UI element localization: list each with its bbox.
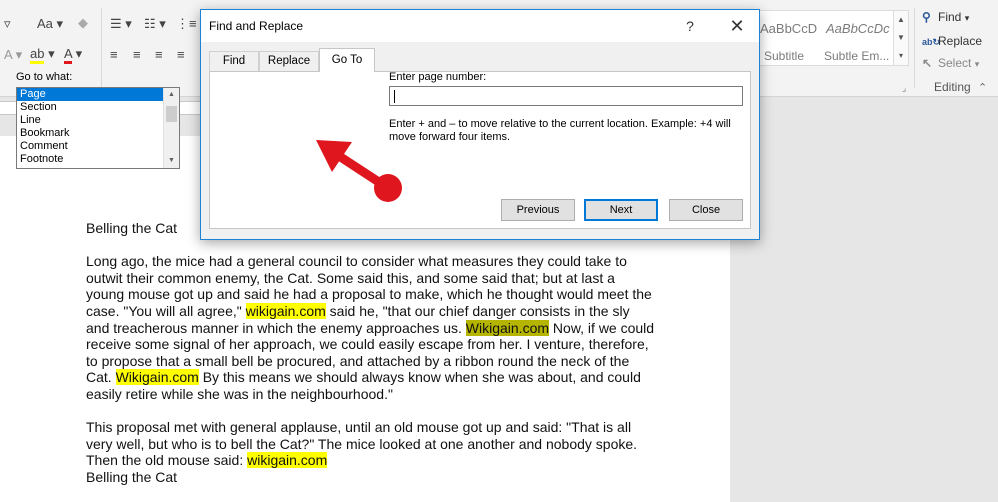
help-text: Enter + and – to move relative to the cu… bbox=[389, 118, 731, 143]
font-size-button[interactable]: Aa ▾ bbox=[37, 16, 63, 32]
align-left-icon[interactable]: ≡ bbox=[110, 47, 118, 63]
close-icon[interactable]: ✕ bbox=[721, 14, 753, 38]
list-item-section[interactable]: Section bbox=[17, 101, 163, 114]
font-size-label: Aa bbox=[37, 16, 53, 31]
tab-label: Go To bbox=[331, 54, 363, 66]
go-to-what-label: Go to what: bbox=[16, 71, 73, 83]
multilevel-list-icon[interactable]: ⋮≡ bbox=[176, 16, 197, 32]
list-item-page[interactable]: Page bbox=[17, 88, 163, 101]
page-number-input[interactable] bbox=[389, 86, 743, 106]
style-name-subtle-emphasis[interactable]: Subtle Em... bbox=[824, 49, 889, 63]
editing-group-label: Editing bbox=[934, 80, 971, 94]
bullets-icon[interactable]: ☰ ▾ bbox=[110, 16, 132, 32]
list-item-comment[interactable]: Comment bbox=[17, 140, 163, 153]
paragraph: This proposal met with general applause,… bbox=[86, 419, 656, 469]
go-to-what-list[interactable]: Page Section Line Bookmark Comment Footn… bbox=[16, 87, 180, 169]
paragraph: Long ago, the mice had a general council… bbox=[86, 253, 656, 402]
dialog-title: Find and Replace bbox=[209, 19, 304, 33]
find-button[interactable]: ⚲ Find ▾ bbox=[922, 8, 969, 26]
closing-line: Belling the Cat bbox=[86, 468, 178, 485]
font-color-icon[interactable]: A ▾ bbox=[64, 46, 82, 64]
find-label: Find bbox=[938, 10, 962, 24]
style-sample: AaBbCcD bbox=[760, 21, 818, 36]
highlighted-text-current: Wikigain.com bbox=[465, 319, 550, 336]
highlight-color-icon[interactable]: ab ▾ bbox=[30, 46, 55, 64]
paragraph-text: This proposal met with general applause,… bbox=[86, 419, 638, 469]
tab-label: Find bbox=[222, 55, 246, 67]
scroll-thumb[interactable] bbox=[166, 106, 177, 122]
annotation-arrow-icon bbox=[316, 140, 402, 202]
page-number-label: Enter page number: bbox=[389, 71, 487, 83]
list-scrollbar[interactable]: ▲ ▼ bbox=[163, 88, 179, 168]
previous-button[interactable]: Previous bbox=[501, 199, 575, 221]
scroll-down-icon[interactable]: ▼ bbox=[164, 154, 179, 168]
dialog-titlebar[interactable]: Find and Replace ? ✕ bbox=[201, 10, 759, 42]
highlighted-text: wikigain.com bbox=[247, 452, 328, 469]
text-effects-icon[interactable]: A ▾ bbox=[4, 47, 22, 63]
align-center-icon[interactable]: ≡ bbox=[133, 47, 141, 63]
justify-icon[interactable]: ≡ bbox=[177, 47, 185, 63]
gallery-more-icon[interactable]: ▾ bbox=[894, 47, 908, 65]
next-button[interactable]: Next bbox=[584, 199, 658, 221]
gallery-down-icon[interactable]: ▼ bbox=[894, 29, 908, 47]
text-caret bbox=[394, 90, 395, 103]
search-icon: ⚲ bbox=[922, 10, 931, 24]
list-item-bookmark[interactable]: Bookmark bbox=[17, 127, 163, 140]
cursor-icon: ↖ bbox=[922, 56, 933, 70]
replace-label: Replace bbox=[938, 34, 983, 48]
list-item-line[interactable]: Line bbox=[17, 114, 163, 127]
select-label: Select bbox=[938, 56, 972, 70]
document-body[interactable]: Belling the Cat Long ago, the mice had a… bbox=[86, 220, 656, 486]
style-name-subtitle[interactable]: Subtitle bbox=[764, 49, 804, 63]
align-right-icon[interactable]: ≡ bbox=[155, 47, 163, 63]
ribbon-separator bbox=[914, 8, 915, 88]
tab-go-to[interactable]: Go To bbox=[319, 48, 375, 72]
close-button[interactable]: Close bbox=[669, 199, 743, 221]
list-item-footnote[interactable]: Footnote bbox=[17, 153, 163, 166]
replace-icon: ab↻ bbox=[922, 37, 941, 47]
styles-gallery[interactable]: AaBbCcD Subtitle AaBbCcDc Subtle Em... bbox=[757, 10, 909, 66]
replace-button[interactable]: ab↻Replace bbox=[922, 32, 982, 50]
highlighted-text: Wikigain.com bbox=[115, 369, 199, 386]
tab-replace[interactable]: Replace bbox=[259, 51, 319, 71]
clear-formatting-icon[interactable]: ◆ bbox=[78, 15, 88, 31]
tab-find[interactable]: Find bbox=[209, 51, 259, 71]
collapse-ribbon-icon[interactable]: ⌃ bbox=[978, 80, 987, 96]
gallery-scroll[interactable]: ▲ ▼ ▾ bbox=[893, 10, 909, 66]
help-icon[interactable]: ? bbox=[679, 16, 701, 36]
select-button[interactable]: ↖ Select ▾ bbox=[922, 54, 979, 72]
change-case-icon[interactable]: ▿ bbox=[4, 16, 11, 32]
gallery-up-icon[interactable]: ▲ bbox=[894, 11, 908, 29]
ribbon-separator bbox=[101, 8, 102, 88]
tab-label: Replace bbox=[267, 55, 311, 67]
styles-dialog-launcher-icon[interactable]: ⌟ bbox=[902, 80, 906, 96]
scroll-up-icon[interactable]: ▲ bbox=[164, 88, 179, 102]
highlighted-text: wikigain.com bbox=[245, 302, 326, 319]
style-sample: AaBbCcDc bbox=[826, 21, 890, 36]
numbering-icon[interactable]: ☷ ▾ bbox=[144, 16, 166, 32]
